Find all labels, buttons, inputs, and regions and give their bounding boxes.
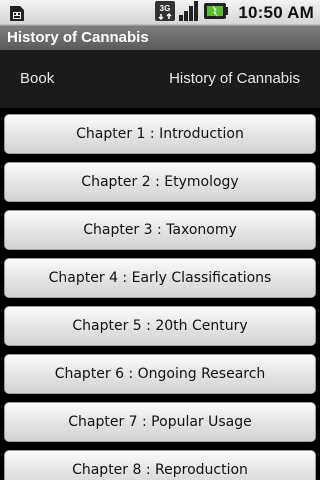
chapter-label: Chapter 8 : Reproduction <box>72 462 248 478</box>
chapter-button[interactable]: Chapter 3 : Taxonomy <box>4 210 316 250</box>
book-label[interactable]: Book <box>20 70 54 87</box>
chapter-button[interactable]: Chapter 8 : Reproduction <box>4 450 316 480</box>
network-3g-icon: 3G <box>155 1 176 25</box>
status-bar: 3G 10:50 AM <box>0 0 320 25</box>
chapter-label: Chapter 6 : Ongoing Research <box>54 366 266 382</box>
chapter-button[interactable]: Chapter 7 : Popular Usage <box>4 402 316 442</box>
app-title: History of Cannabis <box>7 29 149 46</box>
status-time: 10:50 AM <box>238 3 314 22</box>
book-title-label: History of Cannabis <box>169 70 300 87</box>
chapter-label: Chapter 5 : 20th Century <box>72 318 248 334</box>
chapter-button[interactable]: Chapter 6 : Ongoing Research <box>4 354 316 394</box>
chapter-label: Chapter 2 : Etymology <box>81 174 239 190</box>
network-label: 3G <box>160 4 171 13</box>
chapter-button[interactable]: Chapter 4 : Early Classifications <box>4 258 316 298</box>
chapter-label: Chapter 1 : Introduction <box>76 126 244 142</box>
chapter-button[interactable]: Chapter 5 : 20th Century <box>4 306 316 346</box>
title-bar: History of Cannabis <box>0 25 320 50</box>
chapter-label: Chapter 4 : Early Classifications <box>48 270 272 286</box>
chapter-list[interactable]: Chapter 1 : Introduction Chapter 2 : Ety… <box>0 108 320 480</box>
battery-icon <box>203 1 229 25</box>
chapter-button[interactable]: Chapter 1 : Introduction <box>4 114 316 154</box>
sim-card-icon <box>8 4 26 22</box>
chapter-label: Chapter 3 : Taxonomy <box>83 222 237 238</box>
header-bar: Book History of Cannabis <box>0 50 320 108</box>
chapter-label: Chapter 7 : Popular Usage <box>68 414 252 430</box>
chapter-button[interactable]: Chapter 2 : Etymology <box>4 162 316 202</box>
signal-icon <box>178 1 200 25</box>
